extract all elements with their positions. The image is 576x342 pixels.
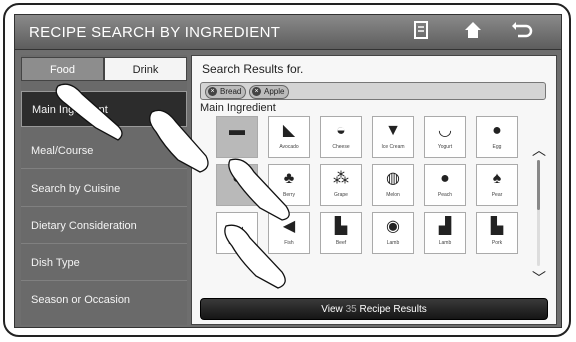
tile-lamb-b[interactable]: ▟ Lamb <box>424 212 466 254</box>
results-heading: Search Results for. <box>202 62 304 76</box>
view-results-button[interactable]: View 35 Recipe Results <box>200 298 548 320</box>
chevron-down-icon[interactable]: ﹀ <box>532 268 546 288</box>
chevron-up-icon[interactable]: ︿ <box>532 140 546 160</box>
tile-cake[interactable]: ◣ Avocado <box>268 116 310 158</box>
chip-bread[interactable]: × Bread <box>205 85 247 99</box>
tile-cheese[interactable]: ◒ Cheese <box>320 116 362 158</box>
category-panel: Food Drink Main Ingredient Meal/Course S… <box>21 55 187 325</box>
grape-icon: ⁂ <box>333 170 349 187</box>
banana-icon: ◡ <box>230 218 244 235</box>
tile-pear[interactable]: ♠ Pear <box>476 164 518 206</box>
ice-cream-icon: ▼ <box>385 122 401 139</box>
bread-icon: ▬ <box>229 122 245 139</box>
tile-berry[interactable]: ♣ Berry <box>268 164 310 206</box>
tab-food[interactable]: Food <box>21 57 104 81</box>
yogurt-icon: ◡ <box>438 122 452 139</box>
back-arrow-icon[interactable] <box>511 20 535 44</box>
note-icon[interactable] <box>409 20 433 44</box>
category-season[interactable]: Season or Occasion <box>21 282 187 318</box>
remove-icon[interactable]: × <box>208 87 217 96</box>
tile-yogurt[interactable]: ◡ Yogurt <box>424 116 466 158</box>
tile-fish[interactable]: ◀ Fish <box>268 212 310 254</box>
sheep-icon: ▟ <box>438 218 452 235</box>
title-bar: RECIPE SEARCH BY INGREDIENT <box>15 15 561 50</box>
tile-bread[interactable]: ▬ <box>216 116 258 158</box>
remove-icon[interactable]: × <box>252 87 261 96</box>
tile-ice-cream[interactable]: ▼ Ice Cream <box>372 116 414 158</box>
tile-lamb-a[interactable]: ◉ Lamb <box>372 212 414 254</box>
section-label: Main Ingredient <box>200 102 276 114</box>
tab-drink[interactable]: Drink <box>104 57 187 81</box>
fish-icon: ◀ <box>282 218 296 235</box>
tile-beef[interactable]: ▙ Beef <box>320 212 362 254</box>
pear-icon: ♠ <box>492 170 502 187</box>
selected-ingredients-bar: × Bread × Apple <box>200 82 546 100</box>
tile-melon[interactable]: ◍ Melon <box>372 164 414 206</box>
lamb-icon: ◉ <box>386 218 400 235</box>
category-main-ingredient[interactable]: Main Ingredient <box>21 91 187 127</box>
cow-icon: ▙ <box>334 218 348 235</box>
category-cuisine[interactable]: Search by Cuisine <box>21 171 187 207</box>
chip-apple[interactable]: × Apple <box>249 85 290 99</box>
food-drink-tabs: Food Drink <box>21 57 187 81</box>
cake-slice-icon: ◣ <box>282 122 296 139</box>
pig-icon: ▙ <box>490 218 504 235</box>
tile-banana[interactable]: ◡ Banana <box>216 212 258 254</box>
melon-icon: ◍ <box>386 170 400 187</box>
tile-grape[interactable]: ⁂ Grape <box>320 164 362 206</box>
scrollbar-thumb[interactable] <box>537 160 540 210</box>
category-dietary[interactable]: Dietary Consideration <box>21 208 187 244</box>
tile-peach[interactable]: ● Peach <box>424 164 466 206</box>
apple-icon: ● <box>232 170 242 187</box>
tile-egg[interactable]: ● Egg <box>476 116 518 158</box>
peach-icon: ● <box>440 170 450 187</box>
page-title: RECIPE SEARCH BY INGREDIENT <box>29 24 281 41</box>
screen: RECIPE SEARCH BY INGREDIENT Food Drink M… <box>14 14 562 328</box>
berry-icon: ♣ <box>283 170 295 187</box>
category-dish-type[interactable]: Dish Type <box>21 245 187 281</box>
home-icon[interactable] <box>461 20 485 44</box>
cheese-icon: ◒ <box>336 122 346 139</box>
egg-icon: ● <box>492 122 502 139</box>
results-panel: Search Results for. × Bread × Apple Main I… <box>191 55 557 325</box>
tile-pork[interactable]: ▙ Pork <box>476 212 518 254</box>
category-meal-course[interactable]: Meal/Course <box>21 133 187 169</box>
tile-apple[interactable]: ● <box>216 164 258 206</box>
